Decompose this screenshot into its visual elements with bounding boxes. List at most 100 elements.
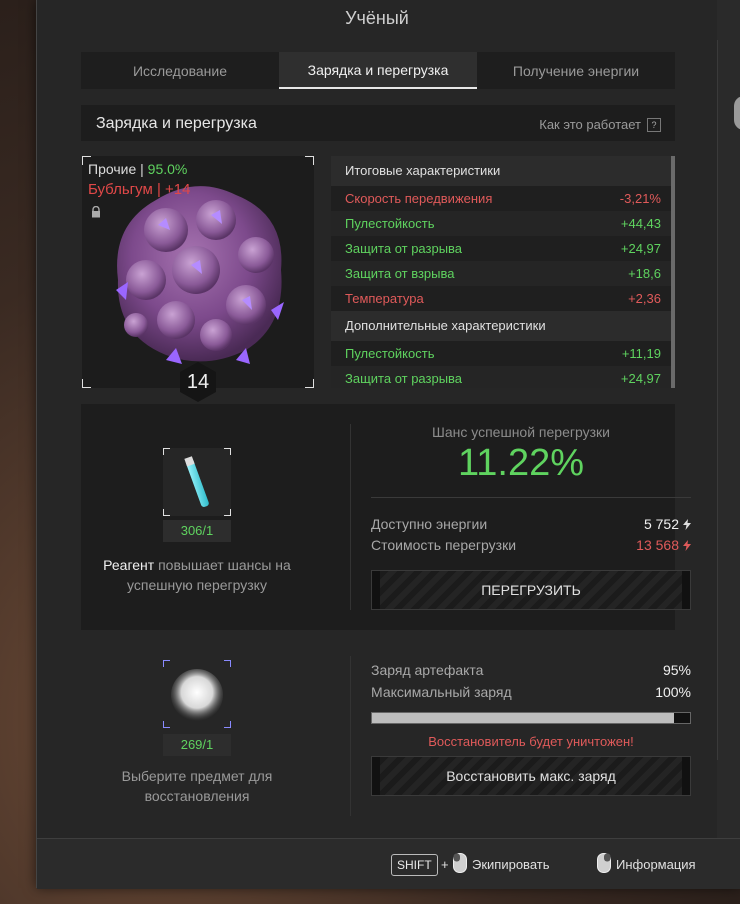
section-title: Зарядка и перегрузка: [96, 115, 257, 132]
available-energy-label: Доступно энергии: [371, 516, 488, 532]
artifact-level: 14: [186, 371, 210, 393]
stats-panel[interactable]: Итоговые характеристики Скорость передви…: [331, 156, 675, 388]
footer-hints: SHIFT + Экипировать Информация: [37, 838, 740, 889]
mouse-icon: [453, 853, 467, 873]
stats-extra-header: Дополнительные характеристики: [331, 311, 675, 341]
slot-corner: [224, 509, 231, 516]
reagent-slot[interactable]: [163, 448, 231, 516]
chance-value: 11.22%: [457, 442, 585, 484]
durability-value: 95.0%: [147, 161, 188, 177]
button-edge: [682, 571, 690, 609]
stat-name: Температура: [345, 291, 424, 306]
artifact-charge-label: Заряд артефакта: [371, 662, 484, 678]
stat-row: Температура +2,36: [331, 286, 675, 311]
tab-charge-overload[interactable]: Зарядка и перегрузка: [279, 52, 477, 89]
tab-research[interactable]: Исследование: [81, 52, 279, 89]
window-body: Учёный Исследование Зарядка и перегрузка…: [37, 0, 717, 838]
durability: Прочие | 95.0%: [88, 161, 187, 177]
stat-name: Защита от разрыва: [345, 241, 463, 256]
restore-max-charge-button[interactable]: Восстановить макс. заряд: [371, 756, 691, 796]
artifact-charge-value: 95%: [662, 662, 691, 678]
reagent-count: 306/1: [163, 520, 231, 542]
equip-hint[interactable]: Экипировать: [472, 857, 550, 872]
section-header: Зарядка и перегрузка Как это работает ?: [81, 105, 675, 141]
divider: [371, 497, 691, 498]
stat-value: +24,97: [620, 371, 661, 386]
stat-value: -3,21%: [619, 191, 661, 206]
stat-value: +44,43: [620, 216, 661, 231]
tab-get-energy[interactable]: Получение энергии: [477, 52, 675, 89]
available-energy-value: 5 752: [643, 516, 679, 532]
overload-cost: 13 568: [636, 537, 691, 553]
how-it-works-link[interactable]: Как это работает ?: [539, 117, 661, 132]
durability-label: Прочие |: [88, 161, 144, 177]
stat-name: Скорость передвижения: [345, 191, 493, 206]
level-badge-label: 14: [178, 362, 218, 402]
restorer-warning: Восстановитель будет уничтожен!: [428, 734, 634, 749]
info-hint[interactable]: Информация: [616, 857, 696, 872]
slot-corner: [224, 448, 231, 455]
charge-bar: [371, 712, 691, 724]
artifact-icon: [116, 186, 284, 364]
lock-icon: [92, 206, 100, 218]
overload-cost-value: 13 568: [636, 537, 679, 553]
available-energy-row: Доступно энергии 5 752: [371, 516, 691, 532]
tab-bar: Исследование Зарядка и перегрузка Получе…: [81, 52, 675, 89]
stats-main-header: Итоговые характеристики: [331, 156, 675, 186]
restorer-orb-icon: [171, 669, 223, 721]
stat-row: Защита от разрыва +24,97: [331, 236, 675, 261]
stat-row: Пулестойкость +11,19: [331, 341, 675, 366]
stat-row: Скорость передвижения -3,21%: [331, 186, 675, 211]
shift-key: SHIFT: [391, 854, 438, 876]
slot-corner: [163, 721, 170, 728]
restore-select-hint: Выберите предмет для восстановления: [121, 768, 273, 804]
button-edge: [682, 757, 690, 795]
artifact-preview[interactable]: Прочие | 95.0% Бубльгум | +14 14: [82, 156, 314, 402]
overload-section: 306/1 Реагент повышает шансы на успешную…: [81, 404, 691, 630]
overload-button[interactable]: ПЕРЕГРУЗИТЬ: [371, 570, 691, 610]
stat-value: +11,19: [621, 346, 661, 361]
stats-scrollbar[interactable]: [671, 156, 675, 388]
overload-button-label: ПЕРЕГРУЗИТЬ: [481, 582, 581, 598]
side-handle[interactable]: [734, 96, 740, 130]
stat-row: Защита от взрыва +18,6: [331, 261, 675, 286]
slot-corner: [224, 721, 231, 728]
divider: [350, 656, 351, 816]
window-title: Учёный: [345, 8, 409, 28]
restore-item-count: 269/1: [163, 734, 231, 756]
how-it-works-label: Как это работает: [539, 117, 641, 132]
divider: [350, 424, 351, 610]
chance-label: Шанс успешной перегрузки: [432, 424, 610, 440]
stat-value: +2,36: [628, 291, 661, 306]
max-charge-row: Максимальный заряд 100%: [371, 684, 691, 700]
stat-row: Защита от разрыва +24,97: [331, 366, 675, 388]
restore-section: 269/1 Выберите предмет для восстановлени…: [81, 646, 691, 826]
charge-bar-fill: [372, 713, 675, 723]
slot-corner: [163, 448, 170, 455]
frame-corner: [82, 379, 91, 388]
plus-sign: +: [441, 857, 449, 872]
reagent-vial-icon: [184, 456, 209, 507]
slot-corner: [163, 509, 170, 516]
overload-cost-label: Стоимость перегрузки: [371, 537, 517, 553]
stat-name: Пулестойкость: [345, 346, 435, 361]
restore-button-label: Восстановить макс. заряд: [446, 768, 616, 784]
button-edge: [372, 757, 380, 795]
available-energy: 5 752: [644, 516, 691, 532]
stat-name: Защита от взрыва: [345, 266, 455, 281]
reagent-hint: Реагент повышает шансы на успешную перег…: [91, 555, 303, 595]
frame-corner: [305, 379, 314, 388]
artifact-charge-row: Заряд артефакта 95%: [371, 662, 691, 678]
mouse-icon: [597, 853, 611, 873]
restore-item-slot[interactable]: [163, 660, 231, 728]
side-strip: [717, 40, 740, 760]
slot-corner: [163, 660, 170, 667]
slot-corner: [224, 660, 231, 667]
help-icon: ?: [647, 117, 661, 132]
artifact-name: Бубльгум | +14: [88, 181, 191, 198]
scientist-window: Учёный Исследование Зарядка и перегрузка…: [36, 0, 740, 889]
reagent-hint-highlight: Реагент: [103, 557, 155, 573]
stat-value: +18,6: [628, 266, 661, 281]
max-charge-label: Максимальный заряд: [371, 684, 512, 700]
energy-bolt-icon: [683, 518, 691, 530]
